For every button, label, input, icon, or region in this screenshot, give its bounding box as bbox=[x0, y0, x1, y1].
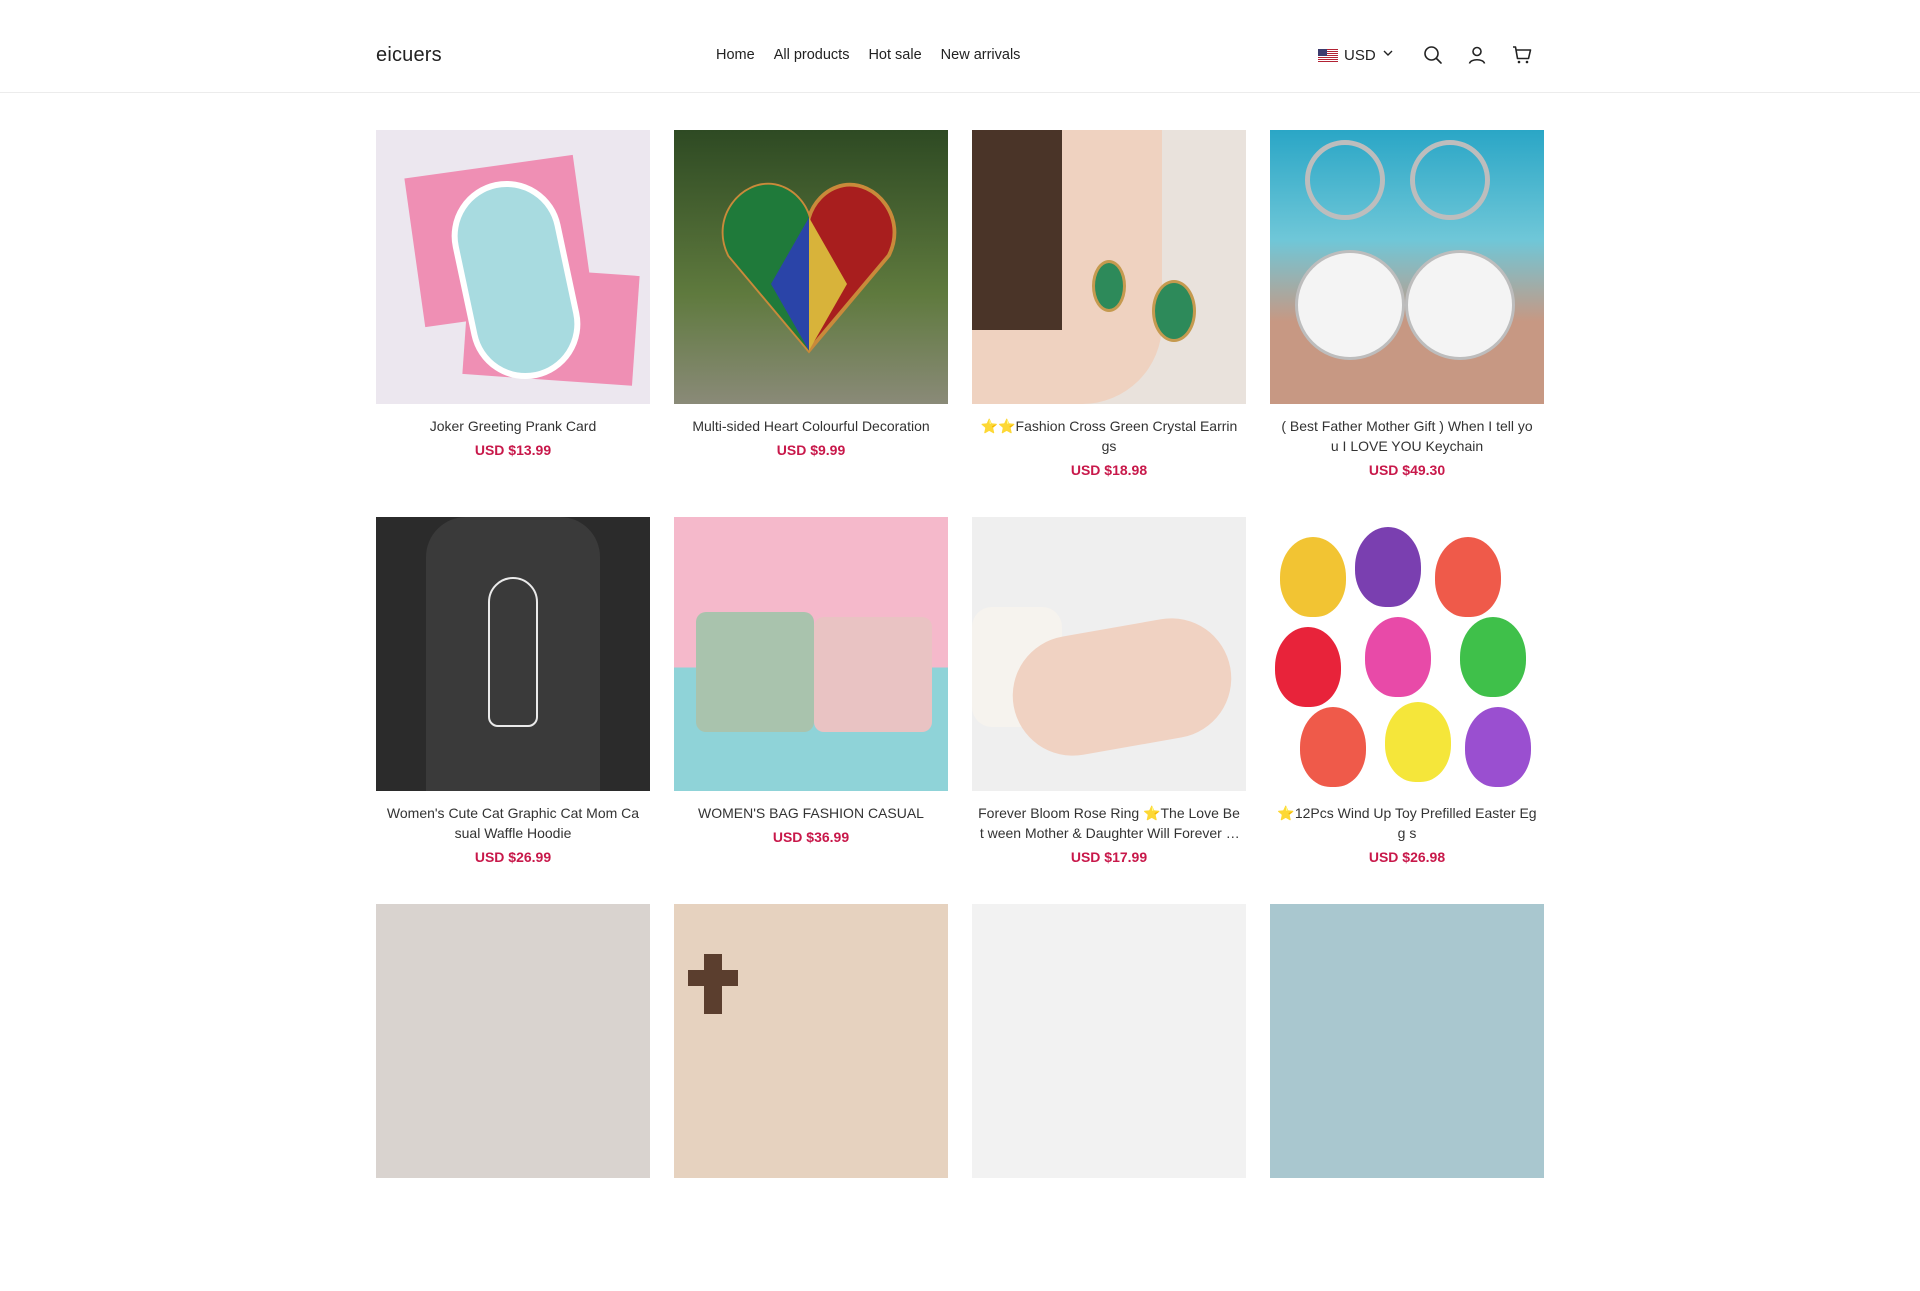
product-image[interactable] bbox=[1270, 130, 1544, 404]
product-name[interactable]: ⭐12Pcs Wind Up Toy Prefilled Easter Egg … bbox=[1270, 803, 1544, 843]
nav-home[interactable]: Home bbox=[716, 47, 755, 63]
account-icon[interactable] bbox=[1465, 43, 1489, 67]
nav-hot-sale[interactable]: Hot sale bbox=[868, 47, 921, 63]
product-card[interactable]: Joker Greeting Prank Card USD $13.99 bbox=[376, 130, 650, 517]
product-name[interactable]: ( Best Father Mother Gift ) When I tell … bbox=[1270, 416, 1544, 456]
product-grid: Joker Greeting Prank Card USD $13.99 Mul… bbox=[376, 130, 1544, 1291]
product-card[interactable] bbox=[376, 904, 650, 1291]
product-price: USD $36.99 bbox=[772, 829, 850, 845]
currency-selector[interactable]: USD bbox=[1318, 46, 1394, 64]
product-name[interactable]: Women's Cute Cat Graphic Cat Mom Ca sual… bbox=[376, 803, 650, 843]
product-card[interactable]: ⭐⭐Fashion Cross Green Crystal Earrings U… bbox=[972, 130, 1246, 517]
cart-icon[interactable] bbox=[1510, 43, 1534, 67]
product-name[interactable]: WOMEN'S BAG FASHION CASUAL bbox=[674, 803, 948, 823]
site-header: eicuers Home All products Hot sale New a… bbox=[0, 0, 1920, 93]
search-icon[interactable] bbox=[1421, 43, 1445, 67]
product-image[interactable] bbox=[972, 904, 1246, 1178]
product-price: USD $26.99 bbox=[474, 849, 552, 865]
product-image[interactable] bbox=[674, 904, 948, 1178]
product-card[interactable] bbox=[674, 904, 948, 1291]
product-card[interactable] bbox=[972, 904, 1246, 1291]
product-price: USD $49.30 bbox=[1368, 462, 1446, 478]
product-card[interactable]: Multi-sided Heart Colourful Decoration U… bbox=[674, 130, 948, 517]
product-card[interactable]: Forever Bloom Rose Ring ⭐The Love Bet we… bbox=[972, 517, 1246, 904]
product-image[interactable] bbox=[376, 904, 650, 1178]
store-logo[interactable]: eicuers bbox=[376, 44, 442, 67]
product-name[interactable]: Joker Greeting Prank Card bbox=[376, 416, 650, 436]
currency-code: USD bbox=[1344, 46, 1376, 64]
product-image[interactable] bbox=[972, 130, 1246, 404]
product-image[interactable] bbox=[376, 130, 650, 404]
product-card[interactable]: Women's Cute Cat Graphic Cat Mom Ca sual… bbox=[376, 517, 650, 904]
product-price: USD $13.99 bbox=[474, 442, 552, 458]
chevron-down-icon bbox=[1382, 46, 1394, 64]
product-image[interactable] bbox=[972, 517, 1246, 791]
product-image[interactable] bbox=[674, 517, 948, 791]
product-price: USD $18.98 bbox=[1070, 462, 1148, 478]
product-card[interactable]: ( Best Father Mother Gift ) When I tell … bbox=[1270, 130, 1544, 517]
product-card[interactable]: WOMEN'S BAG FASHION CASUAL USD $36.99 bbox=[674, 517, 948, 904]
product-price: USD $9.99 bbox=[776, 442, 846, 458]
product-image[interactable] bbox=[1270, 517, 1544, 791]
main-nav: Home All products Hot sale New arrivals bbox=[716, 47, 1020, 63]
product-image[interactable] bbox=[674, 130, 948, 404]
product-price: USD $17.99 bbox=[1070, 849, 1148, 865]
product-price: USD $26.98 bbox=[1368, 849, 1446, 865]
product-image[interactable] bbox=[1270, 904, 1544, 1178]
product-name[interactable]: ⭐⭐Fashion Cross Green Crystal Earrings bbox=[972, 416, 1246, 456]
product-card[interactable] bbox=[1270, 904, 1544, 1291]
nav-all-products[interactable]: All products bbox=[774, 47, 850, 63]
nav-new-arrivals[interactable]: New arrivals bbox=[941, 47, 1021, 63]
product-image[interactable] bbox=[376, 517, 650, 791]
product-name[interactable]: Multi-sided Heart Colourful Decoration bbox=[674, 416, 948, 436]
product-name[interactable]: Forever Bloom Rose Ring ⭐The Love Bet we… bbox=[972, 803, 1246, 843]
product-card[interactable]: ⭐12Pcs Wind Up Toy Prefilled Easter Egg … bbox=[1270, 517, 1544, 904]
us-flag-icon bbox=[1318, 48, 1338, 62]
